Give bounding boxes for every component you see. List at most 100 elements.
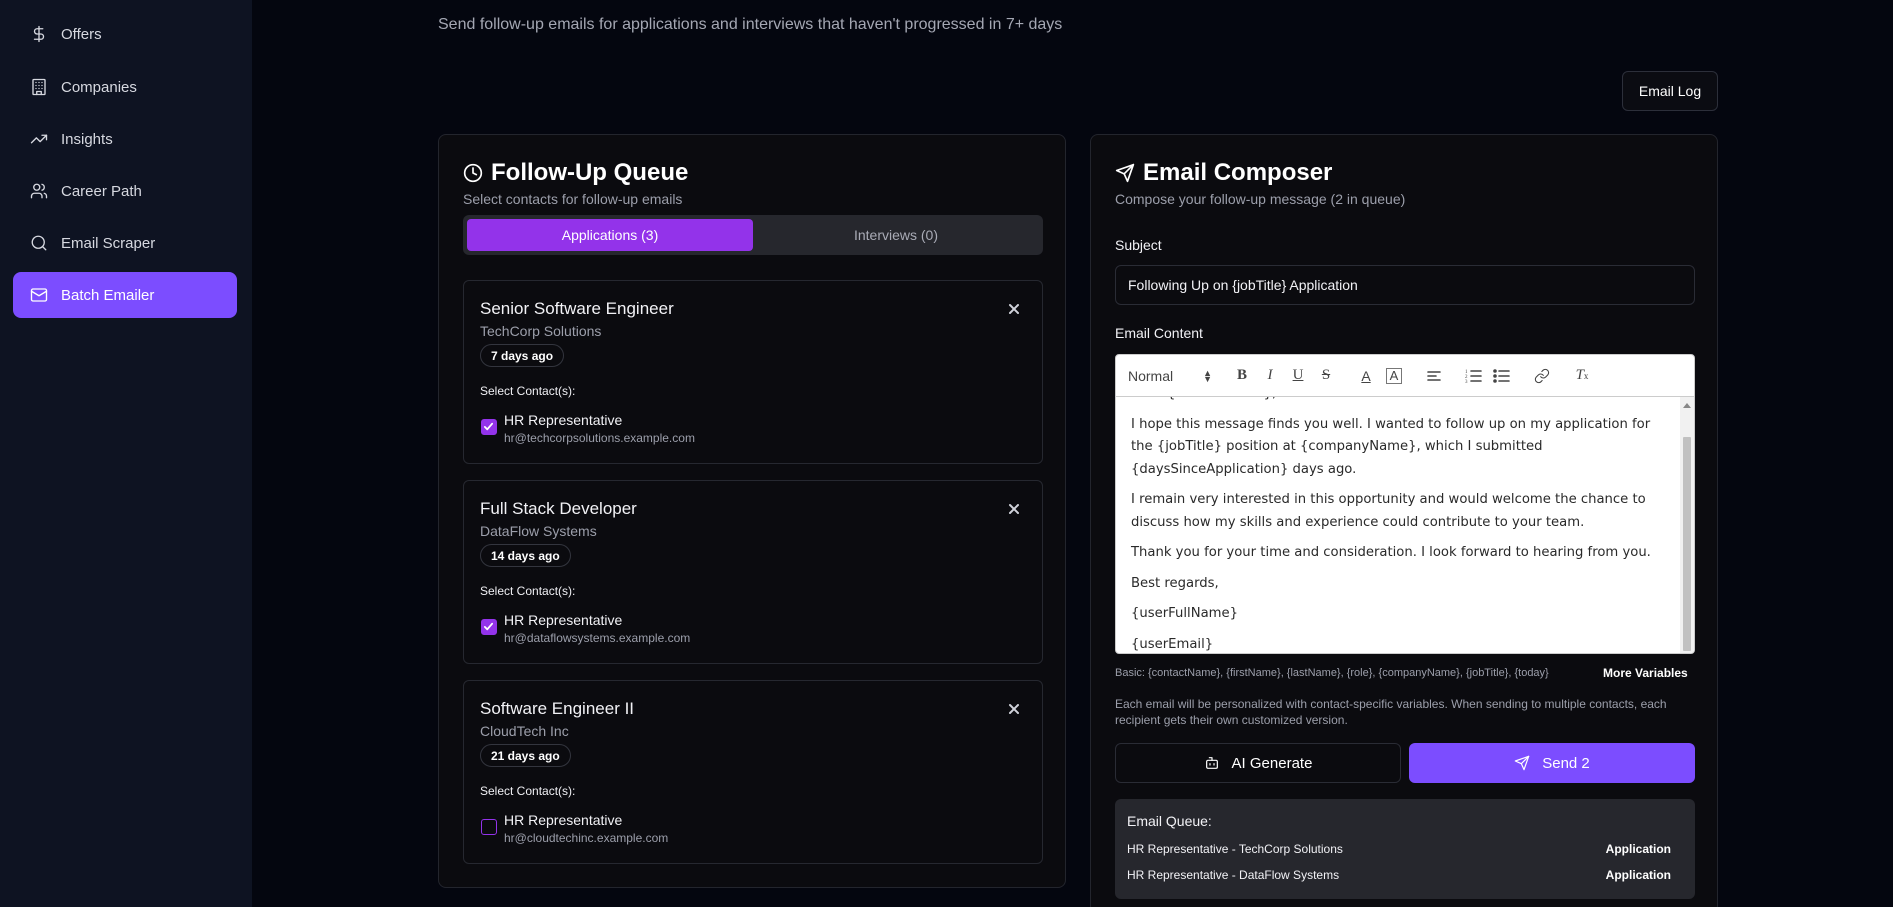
sidebar-item-offers[interactable]: Offers (13, 11, 237, 57)
italic-icon[interactable]: I (1258, 364, 1282, 388)
bullet-list-icon[interactable] (1490, 364, 1514, 388)
email-log-button[interactable]: Email Log (1622, 71, 1718, 111)
tab-interviews[interactable]: Interviews (0) (753, 219, 1039, 251)
sidebar-item-label: Insights (61, 130, 113, 148)
panel-description: Compose your follow-up message (2 in que… (1115, 191, 1406, 207)
sidebar-item-label: Email Scraper (61, 234, 156, 252)
select-contacts-label: Select Contact(s): (480, 384, 576, 398)
send-icon (1514, 755, 1530, 771)
select-contacts-label: Select Contact(s): (480, 784, 576, 798)
follow-up-queue-panel: Follow-Up Queue Select contacts for foll… (438, 134, 1066, 888)
scrollbar-thumb[interactable] (1683, 437, 1691, 651)
queue-item-name: HR Representative - DataFlow Systems (1127, 868, 1340, 882)
panel-title-text: Email Composer (1143, 159, 1333, 186)
job-card: Software Engineer II CloudTech Inc 21 da… (463, 680, 1043, 864)
ai-generate-label: AI Generate (1231, 754, 1313, 772)
panel-description: Select contacts for follow-up emails (463, 191, 683, 207)
link-icon[interactable] (1530, 364, 1554, 388)
more-variables-button[interactable]: More Variables (1603, 666, 1688, 680)
queue-tabs: Applications (3) Interviews (0) (463, 215, 1043, 255)
variables-hint: Basic: {contactName}, {firstName}, {last… (1115, 667, 1549, 679)
email-queue: Email Queue: HR Representative - TechCor… (1115, 799, 1695, 899)
tab-applications[interactable]: Applications (3) (467, 219, 753, 251)
sidebar-item-batch-emailer[interactable]: Batch Emailer (13, 272, 237, 318)
editor-toolbar: Normal ▲ ▼ B I U S A A 123 Tx (1116, 355, 1694, 397)
job-company: TechCorp Solutions (480, 323, 602, 339)
close-icon[interactable] (1006, 301, 1022, 317)
panel-title: Email Composer (1115, 159, 1332, 187)
age-badge: 21 days ago (480, 744, 571, 767)
sidebar-item-career-path[interactable]: Career Path (13, 168, 237, 214)
clock-icon (463, 163, 483, 183)
email-greeting: Dear {contactName}, (1131, 397, 1667, 406)
trending-up-icon (29, 129, 49, 149)
svg-text:3: 3 (1465, 380, 1468, 384)
subject-input[interactable] (1115, 265, 1695, 305)
panel-title-text: Follow-Up Queue (491, 159, 689, 186)
email-queue-title: Email Queue: (1127, 813, 1212, 829)
job-title: Full Stack Developer (480, 499, 637, 518)
format-select[interactable]: Normal ▲ ▼ (1128, 368, 1216, 384)
contact-checkbox[interactable] (481, 619, 497, 635)
sidebar-item-email-scraper[interactable]: Email Scraper (13, 220, 237, 266)
email-signature-email: {userEmail} (1131, 636, 1214, 652)
panel-title: Follow-Up Queue (463, 159, 688, 187)
send-label: Send 2 (1542, 754, 1590, 772)
close-icon[interactable] (1006, 501, 1022, 517)
contact-checkbox[interactable] (481, 419, 497, 435)
contact-email: hr@cloudtechinc.example.com (504, 831, 669, 845)
job-company: DataFlow Systems (480, 523, 597, 539)
rich-text-editor: Normal ▲▼ B I U S A A 123 Tx Dear {conta… (1115, 354, 1695, 654)
sidebar-item-label: Batch Emailer (61, 286, 155, 304)
content-label: Email Content (1115, 325, 1203, 341)
queue-item: HR Representative - DataFlow Systems App… (1127, 868, 1683, 882)
sidebar-item-insights[interactable]: Insights (13, 116, 237, 162)
page-subtitle: Send follow-up emails for applications a… (438, 16, 1063, 33)
editor-content[interactable]: Dear {contactName}, I hope this message … (1116, 397, 1682, 653)
contact-checkbox[interactable] (481, 819, 497, 835)
users-icon (29, 181, 49, 201)
dollar-icon (29, 24, 49, 44)
job-title: Senior Software Engineer (480, 299, 674, 318)
sidebar-item-companies[interactable]: Companies (13, 64, 237, 110)
contact-email: hr@dataflowsystems.example.com (504, 631, 691, 645)
contact-name: HR Representative (504, 812, 623, 828)
select-contacts-label: Select Contact(s): (480, 584, 576, 598)
queue-item-name: HR Representative - TechCorp Solutions (1127, 842, 1343, 856)
job-card: Full Stack Developer DataFlow Systems 14… (463, 480, 1043, 664)
age-badge: 7 days ago (480, 344, 565, 367)
contact-email: hr@techcorpsolutions.example.com (504, 431, 695, 445)
sidebar-item-label: Offers (61, 25, 102, 43)
ai-generate-button[interactable]: AI Generate (1115, 743, 1401, 783)
email-signature-name: {userFullName} (1131, 606, 1238, 621)
email-signoff: Best regards, (1131, 575, 1219, 591)
format-select-value: Normal (1128, 367, 1174, 384)
bold-icon[interactable]: B (1230, 364, 1254, 388)
close-icon[interactable] (1006, 701, 1022, 717)
strikethrough-icon[interactable]: S (1314, 364, 1338, 388)
email-paragraph: I remain very interested in this opportu… (1131, 492, 1646, 530)
editor-scrollbar[interactable] (1680, 397, 1694, 653)
subject-label: Subject (1115, 237, 1162, 253)
align-icon[interactable] (1422, 364, 1446, 388)
clear-format-icon[interactable]: Tx (1570, 364, 1594, 388)
send-icon (1115, 163, 1135, 183)
queue-item: HR Representative - TechCorp Solutions A… (1127, 842, 1683, 856)
personalization-note: Each email will be personalized with con… (1115, 697, 1667, 727)
mail-icon (29, 285, 49, 305)
ordered-list-icon[interactable]: 123 (1462, 364, 1486, 388)
background-color-icon[interactable]: A (1386, 367, 1402, 384)
queue-item-type: Application (1605, 842, 1671, 856)
send-button[interactable]: Send 2 (1409, 743, 1695, 783)
contact-name: HR Representative (504, 612, 623, 628)
underline-icon[interactable]: U (1286, 364, 1310, 388)
text-color-icon[interactable]: A (1354, 364, 1378, 388)
sidebar-item-label: Career Path (61, 182, 142, 200)
email-paragraph: Thank you for your time and consideratio… (1131, 545, 1651, 560)
job-title: Software Engineer II (480, 699, 635, 718)
sidebar: Offers Companies Insights Career Path Em… (0, 0, 252, 907)
scroll-up-arrow-icon[interactable] (1683, 403, 1691, 408)
search-icon (29, 233, 49, 253)
job-card: Senior Software Engineer TechCorp Soluti… (463, 280, 1043, 464)
contact-name: HR Representative (504, 412, 623, 428)
